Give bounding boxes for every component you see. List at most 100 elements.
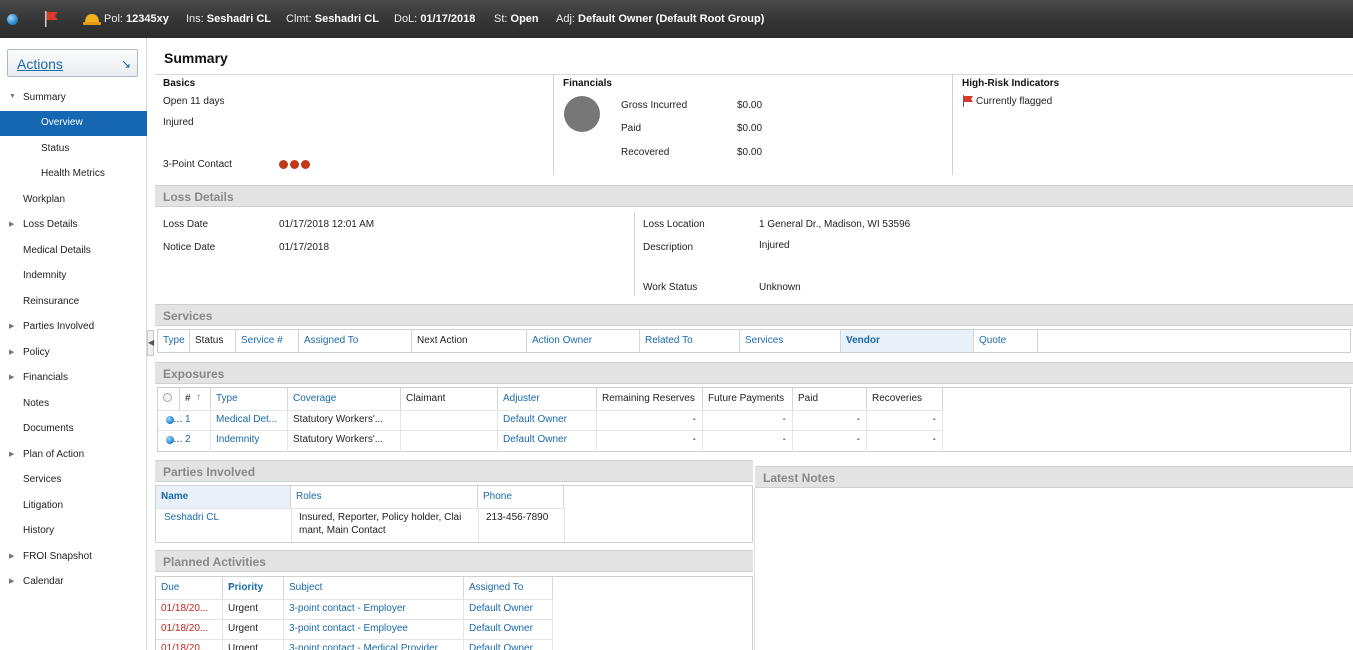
sidebar-item-parties-involved[interactable]: ▶ Parties Involved	[0, 315, 147, 340]
column-header-priority[interactable]: Priority ↑	[223, 577, 284, 599]
sidebar-item-label: Parties Involved	[23, 321, 95, 332]
column-header-assigned-to[interactable]: Assigned To	[464, 577, 553, 599]
table-cell[interactable]: Medical Det...	[211, 410, 288, 430]
sidebar-item-policy[interactable]: ▶ Policy	[0, 341, 147, 366]
party-name-link[interactable]: Seshadri CL	[164, 512, 219, 523]
column-header-due[interactable]: Due	[156, 577, 223, 599]
column-header-future-payments[interactable]: Future Payments	[703, 388, 793, 410]
column-header-label: Type	[216, 393, 238, 404]
sidebar-item-froi-snapshot[interactable]: ▶ FROI Snapshot	[0, 545, 147, 570]
sidebar-item-litigation[interactable]: Litigation	[0, 494, 147, 519]
policy-field[interactable]: Pol: 12345xy	[104, 13, 169, 25]
column-header-label: Status	[195, 335, 224, 346]
column-header-services[interactable]: Services	[740, 330, 841, 352]
column-header-label: Future Payments	[708, 393, 785, 404]
select-all-checkbox[interactable]	[158, 388, 180, 410]
loss-location-value: 1 General Dr., Madison, WI 53596	[759, 219, 911, 230]
planned-activities-header[interactable]: Planned Activities	[155, 550, 753, 572]
parties-table: Name ↑ Roles Phone Seshadri CL Insured, Repor…	[155, 485, 753, 543]
column-header-type[interactable]: Type	[211, 388, 288, 410]
table-cell[interactable]: Default Owner	[498, 430, 597, 450]
sidebar-item-plan-of-action[interactable]: ▶ Plan of Action	[0, 443, 147, 468]
expand-icon[interactable]: ▶	[9, 322, 14, 330]
sidebar-item-reinsurance[interactable]: Reinsurance	[0, 290, 147, 315]
status-dot-icon[interactable]	[7, 14, 18, 25]
column-header-coverage[interactable]: Coverage	[288, 388, 401, 410]
sort-ascending-icon: ↑	[196, 392, 201, 403]
adjuster-field[interactable]: Adj: Default Owner (Default Root Group)	[556, 13, 764, 25]
expand-icon[interactable]: ▶	[9, 552, 14, 560]
column-header-paid[interactable]: Paid	[793, 388, 867, 410]
table-cell[interactable]: Default Owner	[464, 599, 553, 619]
sidebar-item-documents[interactable]: Documents	[0, 417, 147, 442]
column-header-remaining-reserves[interactable]: Remaining Reserves	[597, 388, 703, 410]
expand-icon[interactable]: ▶	[9, 373, 14, 381]
expand-icon[interactable]: ▶	[9, 220, 14, 228]
table-cell[interactable]: Default Owner	[464, 619, 553, 639]
sidebar-item-notes[interactable]: Notes	[0, 392, 147, 417]
column-header-recoveries[interactable]: Recoveries	[867, 388, 943, 410]
claimant-field[interactable]: Clmt: Seshadri CL	[286, 13, 379, 25]
sidebar-collapse-icon[interactable]: ◀	[147, 330, 154, 356]
flag-icon	[963, 95, 973, 107]
sidebar-item-calendar[interactable]: ▶ Calendar	[0, 570, 147, 595]
table-cell[interactable]: 3-point contact - Employee	[284, 619, 464, 639]
column-header-label: Claimant	[406, 393, 446, 404]
column-header-action-owner[interactable]: Action Owner	[527, 330, 640, 352]
column-header-type[interactable]: Type	[158, 330, 190, 352]
expand-icon[interactable]: ▶	[9, 577, 14, 585]
column-header-quote[interactable]: Quote	[974, 330, 1038, 352]
sidebar-item-label: Health Metrics	[41, 168, 105, 179]
sidebar-item-loss-details[interactable]: ▶ Loss Details	[0, 213, 147, 238]
services-header[interactable]: Services	[155, 304, 1353, 326]
column-header-subject[interactable]: Subject	[284, 577, 464, 599]
table-cell[interactable]: 2	[180, 430, 211, 450]
hard-hat-icon[interactable]	[83, 12, 101, 26]
table-cell[interactable]: Indemnity	[211, 430, 288, 450]
actions-button[interactable]: Actions ↘	[7, 49, 138, 77]
column-header-phone[interactable]: Phone	[478, 486, 564, 508]
exposures-header[interactable]: Exposures	[155, 362, 1353, 384]
column-header-adjuster[interactable]: Adjuster	[498, 388, 597, 410]
parties-header[interactable]: Parties Involved	[155, 460, 753, 482]
flag-icon[interactable]	[43, 11, 59, 27]
sidebar-item-indemnity[interactable]: Indemnity	[0, 264, 147, 289]
sidebar-item-summary[interactable]: ▼ Summary	[0, 86, 147, 111]
column-header-service[interactable]: Service #	[236, 330, 299, 352]
table-cell[interactable]: 1	[180, 410, 211, 430]
column-header-vendor[interactable]: Vendor ↑	[841, 330, 974, 352]
paid-label: Paid	[621, 123, 642, 134]
column-header-related-to[interactable]: Related To	[640, 330, 740, 352]
sidebar-item-history[interactable]: History	[0, 519, 147, 544]
basics-title: Basics	[163, 78, 196, 89]
table-cell[interactable]: 3-point contact - Medical Provider	[284, 639, 464, 650]
sidebar-item-medical-details[interactable]: Medical Details	[0, 239, 147, 264]
sidebar-item-services[interactable]: Services	[0, 468, 147, 493]
column-header-label: Recoveries	[872, 393, 923, 404]
table-cell[interactable]: Default Owner	[464, 639, 553, 650]
sidebar-item-workplan[interactable]: Workplan	[0, 188, 147, 213]
column-header-[interactable]: # ↑	[180, 388, 211, 410]
column-header-assigned-to[interactable]: Assigned To	[299, 330, 412, 352]
table-cell[interactable]: 3-point contact - Employer	[284, 599, 464, 619]
actions-label: Actions	[17, 56, 63, 72]
insured-field[interactable]: Ins: Seshadri CL	[186, 13, 271, 25]
collapse-icon[interactable]: ▼	[9, 93, 16, 100]
sidebar-item-financials[interactable]: ▶ Financials	[0, 366, 147, 391]
column-header-roles[interactable]: Roles	[291, 486, 478, 508]
cell-text: Urgent	[228, 623, 259, 634]
table-cell[interactable]: Default Owner	[498, 410, 597, 430]
table-cell: -	[597, 430, 703, 450]
column-header-status[interactable]: Status	[190, 330, 236, 352]
loss-details-header[interactable]: Loss Details	[155, 185, 1353, 207]
column-header-label: Next Action	[417, 335, 468, 346]
column-header-name[interactable]: Name ↑	[156, 486, 291, 508]
latest-notes-header[interactable]: Latest Notes	[755, 466, 1353, 488]
sidebar-item-health-metrics[interactable]: Health Metrics	[0, 162, 147, 187]
expand-icon[interactable]: ▶	[9, 450, 14, 458]
sidebar-item-overview[interactable]: Overview	[0, 111, 147, 136]
column-header-next-action[interactable]: Next Action	[412, 330, 527, 352]
column-header-claimant[interactable]: Claimant	[401, 388, 498, 410]
expand-icon[interactable]: ▶	[9, 348, 14, 356]
sidebar-item-status[interactable]: Status	[0, 137, 147, 162]
